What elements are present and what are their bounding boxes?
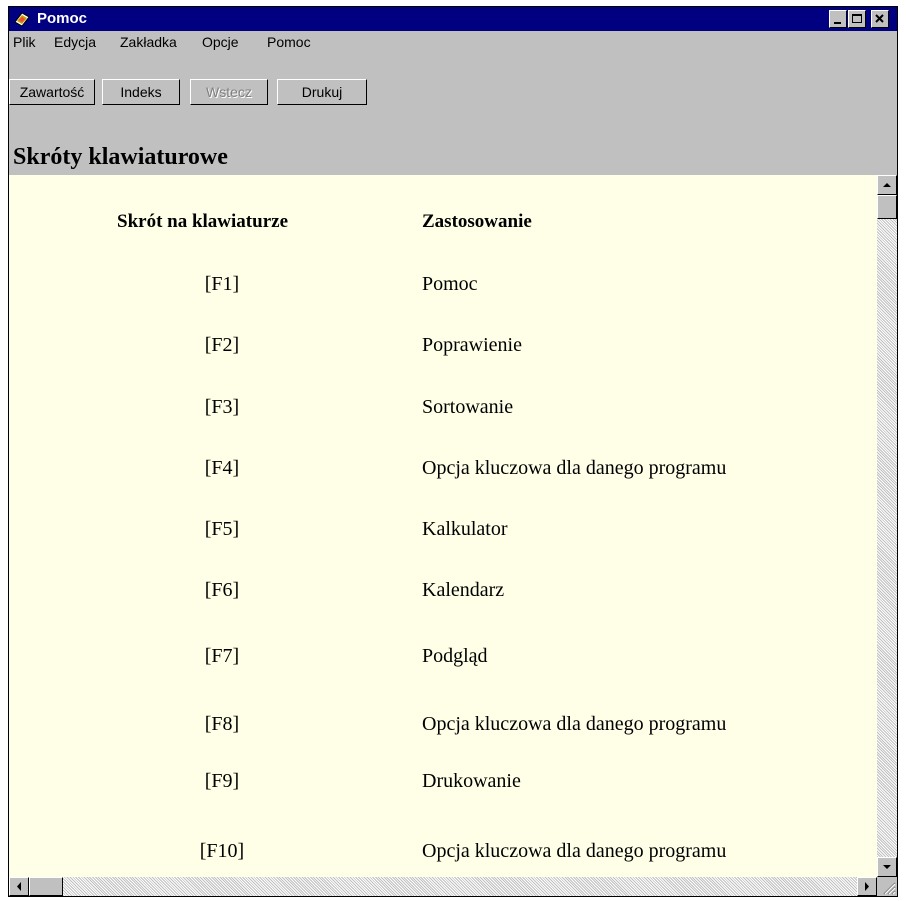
table-row-key: [F2] [204,334,240,356]
contents-button[interactable]: Zawartość [9,79,95,105]
scroll-right-button[interactable] [857,877,877,896]
resize-grip[interactable] [877,877,897,896]
table-row-usage: Kalkulator [422,518,508,540]
table-row-usage: Opcja kluczowa dla danego programu [422,457,727,479]
help-book-icon[interactable] [13,10,31,28]
topic-content[interactable]: Skrót na klawiaturze Zastosowanie [F1] P… [9,175,877,877]
topic-header: Skróty klawiaturowe [9,105,897,176]
vertical-scroll-thumb[interactable] [877,195,897,219]
scroll-left-button[interactable] [9,877,29,896]
arrow-up-icon [883,183,891,187]
table-row-usage: Opcja kluczowa dla danego programu [422,840,727,862]
menu-opcje[interactable]: Opcje [202,33,239,51]
page-title: Skróty klawiaturowe [13,144,228,170]
table-row-key: [F3] [204,396,240,418]
menu-bar: Plik Edycja Zakładka Opcje Pomoc [9,31,897,53]
scroll-down-button[interactable] [877,857,897,877]
help-window: Pomoc Plik Edycja Zakładka Opcje Pomoc Z… [8,6,898,897]
table-row-key: [F8] [204,713,240,735]
scroll-up-button[interactable] [877,175,897,195]
table-row-key: [F7] [204,645,240,667]
arrow-down-icon [883,865,891,869]
maximize-button[interactable] [848,10,866,28]
close-icon [875,14,884,23]
horizontal-scrollbar[interactable] [9,877,877,896]
close-button[interactable] [871,10,889,28]
column-header-usage: Zastosowanie [422,211,532,232]
arrow-right-icon [865,882,869,891]
minimize-button[interactable] [829,10,847,28]
print-button[interactable]: Drukuj [277,79,367,105]
index-button[interactable]: Indeks [102,79,180,105]
table-row-key: [F10] [199,840,245,862]
table-row-usage: Kalendarz [422,579,505,601]
menu-zakladka[interactable]: Zakładka [120,33,177,51]
horizontal-scroll-thumb[interactable] [29,877,63,896]
table-row-usage: Drukowanie [422,770,521,792]
title-bar[interactable]: Pomoc [9,7,897,31]
table-row-usage: Pomoc [422,273,478,295]
column-header-shortcut: Skrót na klawiaturze [117,211,288,232]
maximize-icon [852,14,862,23]
table-row-key: [F1] [204,273,240,295]
menu-plik[interactable]: Plik [13,33,36,51]
table-row-usage: Sortowanie [422,396,514,418]
button-bar: Zawartość Indeks Wstecz Drukuj [9,53,897,105]
table-row-key: [F9] [204,770,240,792]
table-row-usage: Podgląd [422,645,488,667]
table-row-usage: Poprawienie [422,334,522,356]
resize-grip-icon [883,882,896,895]
table-row-key: [F5] [204,518,240,540]
back-button[interactable]: Wstecz [190,79,268,105]
minimize-icon [834,22,841,24]
window-title: Pomoc [37,10,88,27]
table-row-key: [F6] [204,579,240,601]
menu-edycja[interactable]: Edycja [54,33,96,51]
arrow-left-icon [17,882,21,891]
table-row-key: [F4] [204,457,240,479]
vertical-scrollbar[interactable] [877,175,897,877]
menu-pomoc[interactable]: Pomoc [267,33,311,51]
table-row-usage: Opcja kluczowa dla danego programu [422,713,727,735]
